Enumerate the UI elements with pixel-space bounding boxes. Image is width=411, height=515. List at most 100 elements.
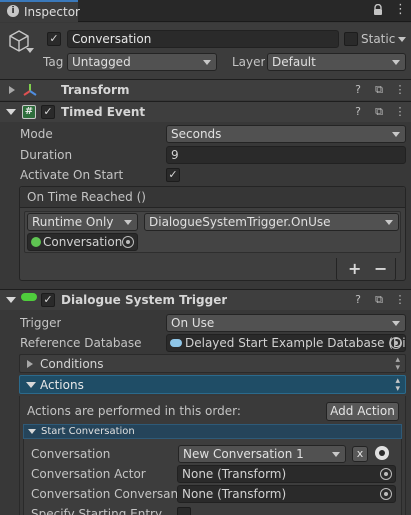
gameobject-icon [31, 237, 41, 247]
component-menu-icon[interactable]: ⋮ [393, 293, 407, 307]
foldout-collapsed-icon[interactable] [9, 86, 15, 94]
duration-input[interactable]: 9 [166, 146, 406, 164]
chevron-down-icon [124, 220, 132, 225]
transform-header[interactable]: Transform ? ⧉ ⋮ [0, 79, 411, 100]
tag-label: Tag [43, 55, 64, 69]
tab-inspector[interactable]: i Inspector [0, 0, 80, 22]
conversation-label: Conversation [31, 447, 111, 461]
chevron-down-icon [392, 321, 400, 326]
chevron-down-icon[interactable] [26, 48, 34, 53]
event-header-bar: On Time Reached () [20, 187, 405, 208]
start-conversation-label: Start Conversation [41, 426, 135, 437]
mode-dropdown[interactable]: Seconds [166, 125, 406, 143]
info-icon: i [7, 5, 19, 17]
reference-database-label: Reference Database [20, 336, 142, 350]
conversation-dropdown[interactable]: New Conversation 1 [178, 445, 346, 463]
conversation-actor-field[interactable]: None (Transform) [177, 465, 396, 483]
start-conversation-foldout[interactable]: Start Conversation [23, 424, 402, 439]
tab-title: Inspector [24, 5, 80, 19]
actions-label: Actions [40, 378, 84, 392]
component-menu-icon[interactable]: ⋮ [393, 105, 407, 119]
component-menu-icon[interactable]: ⋮ [393, 83, 407, 97]
transform-axes-icon [22, 82, 38, 101]
mode-label: Mode [20, 127, 53, 141]
object-picker-icon[interactable] [122, 236, 134, 248]
menu-dots-icon[interactable]: ⋮ [394, 3, 407, 17]
transform-title: Transform [61, 83, 130, 97]
object-picker-icon[interactable] [380, 468, 392, 480]
tab-bar: i Inspector ⋮ [0, 0, 411, 22]
function-dropdown[interactable]: DialogueSystemTrigger.OnUse [144, 213, 399, 231]
conversation-conversant-value: None (Transform) [182, 487, 287, 501]
dialogue-trigger-header[interactable]: ✓ Dialogue System Trigger ? ⧉ ⋮ [0, 289, 411, 310]
actions-description: Actions are performed in this order: [27, 404, 241, 418]
preset-sliders-icon[interactable]: ⧉ [372, 105, 386, 119]
database-icon [170, 339, 182, 347]
add-listener-button[interactable]: + [348, 259, 361, 278]
add-action-button[interactable]: Add Action [326, 402, 399, 421]
help-icon[interactable]: ? [351, 293, 365, 307]
chevron-down-icon [203, 60, 211, 65]
dialogue-trigger-enabled-checkbox[interactable]: ✓ [41, 293, 55, 307]
conditions-label: Conditions [40, 357, 104, 371]
layer-value: Default [272, 55, 316, 69]
trigger-dropdown[interactable]: On Use [166, 314, 406, 332]
actions-foldout[interactable]: Actions ▴ ▾ [19, 375, 406, 394]
active-checkbox[interactable]: ✓ [47, 32, 61, 46]
reference-database-value: Delayed Start Example Database (Dia [185, 336, 406, 350]
foldout-expanded-icon [28, 429, 36, 434]
chevron-down-icon [392, 132, 400, 137]
dialogue-bubble-icon [21, 293, 37, 301]
chevron-down-icon [392, 60, 400, 65]
activate-on-start-label: Activate On Start [20, 168, 124, 182]
chevron-down-icon [332, 452, 340, 457]
trigger-label: Trigger [20, 316, 62, 330]
help-icon[interactable]: ? [351, 105, 365, 119]
help-icon[interactable]: ? [351, 83, 365, 97]
conversation-conversant-field[interactable]: None (Transform) [177, 485, 396, 503]
foldout-expanded-icon[interactable] [6, 297, 16, 303]
timed-event-enabled-checkbox[interactable]: ✓ [41, 105, 55, 119]
remove-listener-button[interactable]: − [374, 259, 387, 278]
conditions-foldout[interactable]: Conditions ▴ ▾ [19, 354, 406, 373]
event-object-field[interactable]: Conversation [27, 233, 138, 251]
conversation-actor-value: None (Transform) [182, 467, 287, 481]
foldout-expanded-icon[interactable] [6, 109, 16, 115]
tag-dropdown[interactable]: Untagged [67, 53, 217, 71]
conversation-actor-label: Conversation Actor [31, 467, 146, 481]
specify-starting-entry-label: Specify Starting Entry [31, 507, 163, 515]
object-picker-icon[interactable] [380, 488, 392, 500]
mode-value: Seconds [171, 127, 222, 141]
layer-label: Layer [232, 55, 266, 69]
lock-icon[interactable] [373, 3, 383, 16]
script-icon: # [22, 105, 36, 119]
chevron-down-icon [385, 220, 393, 225]
event-header-label: On Time Reached () [27, 190, 146, 204]
static-checkbox[interactable] [344, 32, 358, 46]
runtime-dropdown[interactable]: Runtime Only [27, 213, 138, 231]
function-value: DialogueSystemTrigger.OnUse [149, 215, 331, 229]
timed-event-header[interactable]: # ✓ Timed Event ? ⧉ ⋮ [0, 101, 411, 122]
record-circle-icon[interactable] [375, 446, 389, 460]
reference-database-field[interactable]: Delayed Start Example Database (Dia [166, 334, 406, 352]
specify-starting-entry-checkbox[interactable] [177, 507, 191, 515]
gameobject-name-input[interactable]: Conversation [67, 30, 339, 48]
trigger-value: On Use [171, 316, 215, 330]
layer-dropdown[interactable]: Default [267, 53, 406, 71]
activate-on-start-checkbox[interactable]: ✓ [166, 168, 180, 182]
dialogue-trigger-title: Dialogue System Trigger [61, 293, 228, 307]
event-object-value: Conversation [43, 235, 123, 249]
duration-label: Duration [20, 148, 73, 162]
conversation-conversant-label: Conversation Conversant [31, 487, 183, 501]
sort-arrows-icon: ▴ ▾ [395, 376, 400, 394]
static-label: Static [361, 32, 396, 46]
foldout-collapsed-icon [27, 360, 33, 368]
chevron-down-icon[interactable] [398, 37, 406, 42]
gameobject-header: ✓ Conversation Static Tag Untagged Layer… [0, 23, 411, 79]
runtime-value: Runtime Only [32, 215, 114, 229]
clear-conversation-button[interactable]: x [352, 446, 368, 462]
object-picker-icon[interactable] [390, 337, 402, 349]
preset-sliders-icon[interactable]: ⧉ [372, 293, 386, 307]
conversation-value: New Conversation 1 [183, 447, 304, 461]
preset-sliders-icon[interactable]: ⧉ [372, 83, 386, 97]
